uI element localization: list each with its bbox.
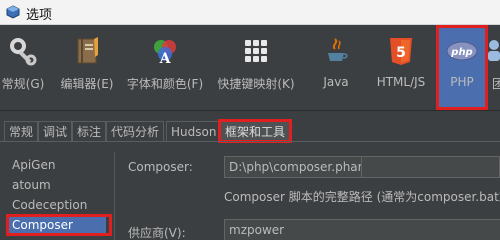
tab-code-analysis[interactable]: 代码分析 <box>106 121 165 141</box>
tool-keymap[interactable]: 快捷键映射(K) <box>212 25 300 110</box>
html5-icon: 5 <box>390 38 412 65</box>
tool-label: 字体和颜色(F) <box>126 77 204 91</box>
font-colors-icon: A <box>154 40 176 67</box>
category-toolbar: 常规(G) 编辑器(E) A 字体和颜色(F) 快捷键映射(K) Java 5 … <box>0 25 500 110</box>
tool-label: HTML/JS <box>376 75 426 89</box>
toolbar-divider <box>0 110 500 111</box>
composer-path-field-extension[interactable] <box>362 156 500 178</box>
tool-team[interactable]: 团 <box>488 25 500 110</box>
tool-label: 编辑器(E) <box>60 77 114 91</box>
window-title: 选项 <box>26 8 53 23</box>
tool-general[interactable]: 常规(G) <box>0 25 46 110</box>
list-item-codeception[interactable]: Codeception <box>6 196 106 214</box>
svg-text:5: 5 <box>396 45 406 61</box>
tool-php[interactable]: php PHP <box>436 25 488 110</box>
vendor-label: 供应商(V): <box>128 226 186 240</box>
php-tabs: 常规 调试 标注 代码分析 Hudson 框架和工具 <box>0 118 500 143</box>
netbeans-cube-icon <box>6 5 20 19</box>
tool-editor[interactable]: 编辑器(E) <box>56 25 118 110</box>
java-icon <box>328 38 348 61</box>
svg-text:A: A <box>159 51 172 67</box>
highlight-box <box>218 119 293 143</box>
title-bar: 选项 <box>0 0 500 25</box>
options-window: 选项 常规(G) 编辑器(E) A 字体和颜色(F) 快捷键映射(K) Java… <box>0 0 500 240</box>
list-item-atoum[interactable]: atoum <box>6 176 106 194</box>
tool-java[interactable]: Java <box>310 25 362 110</box>
tab-hudson[interactable]: Hudson <box>166 121 222 141</box>
tool-label: 常规(G) <box>1 77 45 91</box>
tool-html-js[interactable]: 5 HTML/JS <box>370 25 432 110</box>
vendor-field[interactable]: mzpower <box>224 219 500 240</box>
composer-path-hint: Composer 脚本的完整路径 (通常为composer.bat或 <box>224 190 500 204</box>
highlight-box <box>436 25 488 110</box>
highlight-box <box>225 157 361 177</box>
keyboard-icon <box>245 40 267 62</box>
frameworks-list: ApiGen atoum Codeception Composer <box>6 152 115 240</box>
list-item-composer[interactable]: Composer <box>6 214 112 236</box>
team-icon <box>488 40 500 61</box>
composer-path-label: Composer: <box>128 160 193 174</box>
wrench-gear-icon <box>10 38 37 66</box>
list-item-apigen[interactable]: ApiGen <box>6 156 106 174</box>
tool-label: 快捷键映射(K) <box>217 77 295 91</box>
highlight-box <box>6 214 112 236</box>
tab-debugging[interactable]: 调试 <box>38 121 73 141</box>
tool-label: Java <box>323 75 349 89</box>
notebook-icon <box>77 37 98 64</box>
tab-annotations[interactable]: 标注 <box>72 121 107 141</box>
tool-label: 团 <box>492 77 500 91</box>
tab-frameworks-tools[interactable]: 框架和工具 <box>218 119 293 143</box>
tab-general[interactable]: 常规 <box>4 121 39 141</box>
tabs-baseline <box>0 141 500 142</box>
composer-path-field[interactable]: D:\php\composer.phar <box>224 156 362 178</box>
tool-fonts-colors[interactable]: A 字体和颜色(F) <box>124 25 206 110</box>
